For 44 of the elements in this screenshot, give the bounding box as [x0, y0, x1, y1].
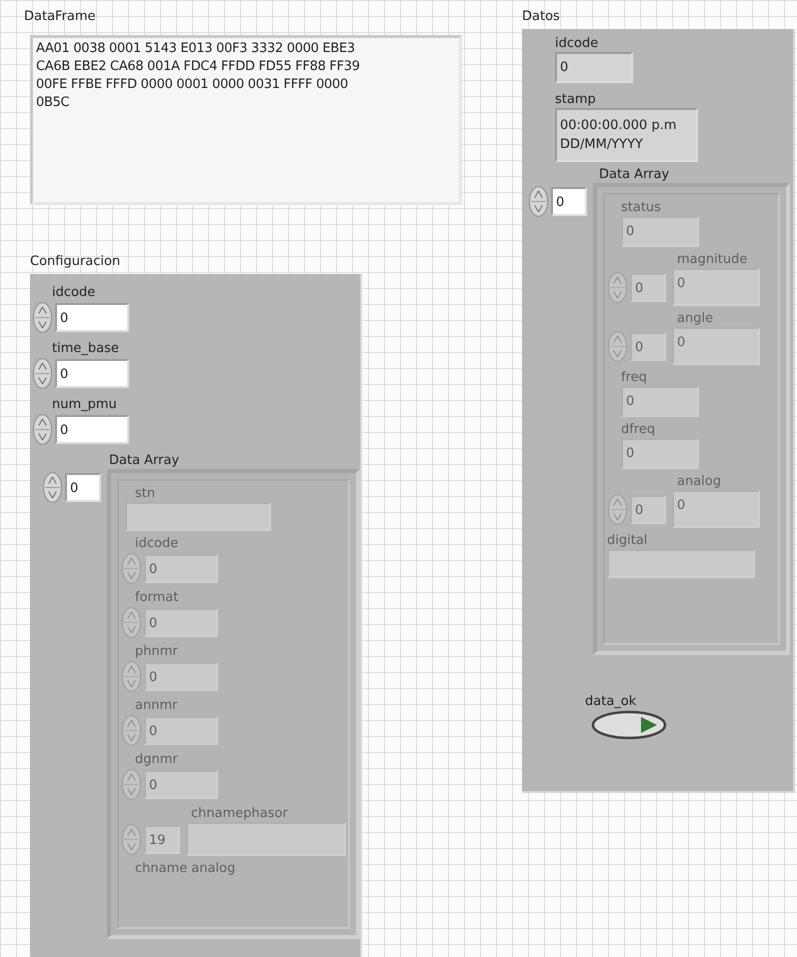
- spin-control[interactable]: [42, 471, 63, 504]
- control-label: stn: [135, 485, 156, 502]
- numeric-indicator: 0: [555, 52, 633, 83]
- control-label: data_ok: [585, 693, 636, 710]
- control-label: status: [621, 199, 662, 216]
- control-label: idcode: [52, 284, 96, 301]
- cluster-label: Configuracion: [30, 253, 122, 270]
- control-label: magnitude: [677, 251, 748, 268]
- numeric-indicator: 0: [621, 438, 699, 469]
- control-label: idcode: [555, 35, 600, 52]
- control-label: digital: [607, 532, 648, 549]
- numeric-input[interactable]: 0: [55, 415, 129, 444]
- array-element-field: 0: [672, 327, 760, 365]
- control-label: annmr: [135, 697, 178, 714]
- numeric-indicator: 0: [621, 386, 699, 417]
- control-label: idcode: [135, 535, 180, 552]
- control-label: dgnmr: [135, 751, 179, 768]
- control-label: chname analog: [135, 860, 236, 877]
- array-label: Data Array: [599, 166, 670, 183]
- numeric-indicator: 00:00:00.000 p.m DD/MM/YYYY: [555, 108, 698, 162]
- spin-control[interactable]: [528, 185, 549, 218]
- control-label: stamp: [555, 91, 597, 108]
- spin-control[interactable]: [32, 301, 53, 334]
- control-label: freq: [621, 369, 648, 386]
- control-label: phnmr: [135, 643, 179, 660]
- spin-control[interactable]: [32, 357, 53, 390]
- array-label: Data Array: [109, 452, 180, 469]
- cluster-label: Datos: [522, 8, 561, 25]
- numeric-input[interactable]: 0: [55, 303, 129, 332]
- control-label: DataFrame: [24, 8, 97, 25]
- control-label: num_pmu: [52, 396, 118, 413]
- spin-control[interactable]: [32, 413, 53, 446]
- control-label: time_base: [52, 340, 120, 357]
- array-element-field: 0: [672, 268, 760, 306]
- control-label: format: [135, 589, 180, 606]
- numeric-indicator: 0: [621, 216, 699, 247]
- control-label: analog: [677, 473, 722, 490]
- string-indicator: AA01 0038 0001 5143 E013 00F3 3332 0000 EBE3 CA6B EBE2 CA68 001A FDC4 FFDD FD55 FF88 FF39 00FE FFBE FFFD 0000 0001 0000 0031 FFFF 0000 0B5C: [30, 35, 462, 205]
- ok-button[interactable]: [591, 710, 667, 740]
- control-label: chnamephasor: [191, 805, 289, 822]
- control-label: angle: [677, 310, 714, 327]
- numeric-input[interactable]: 0: [55, 359, 129, 388]
- array-element-field: 0: [672, 490, 760, 528]
- control-label: dfreq: [621, 421, 656, 438]
